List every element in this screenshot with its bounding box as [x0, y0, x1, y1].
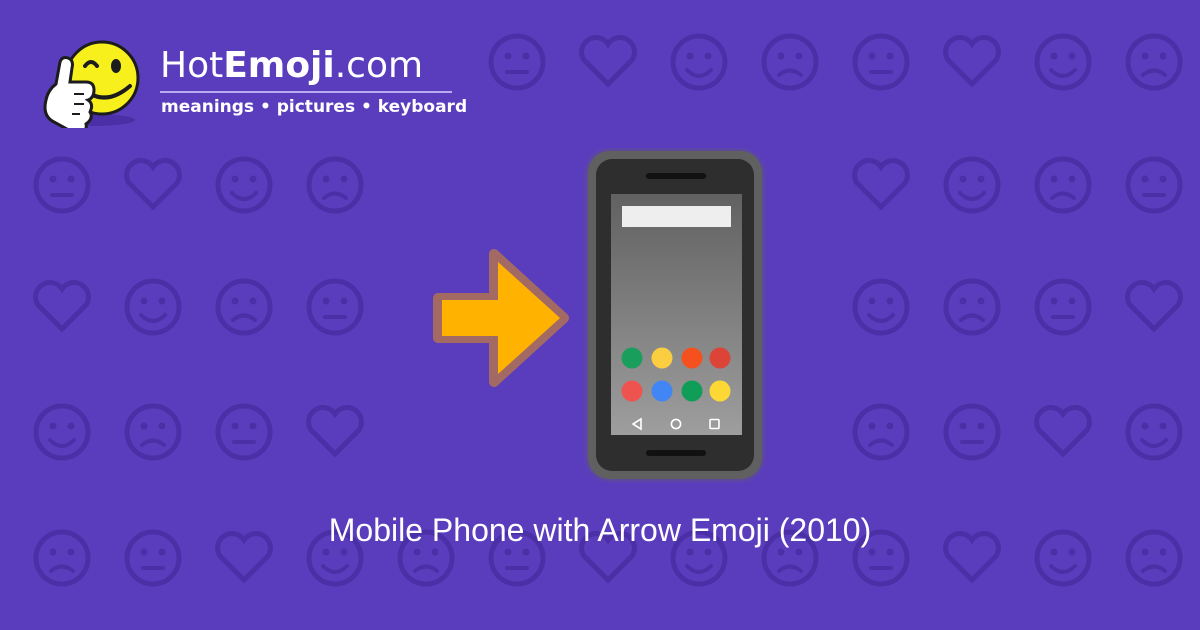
pattern-emoji-icon — [306, 156, 364, 214]
pattern-emoji-icon — [124, 403, 182, 461]
pattern-emoji-icon — [124, 278, 182, 336]
pattern-emoji-icon — [852, 33, 910, 91]
emoji-caption: Mobile Phone with Arrow Emoji (2010) — [328, 512, 872, 548]
pattern-emoji-icon — [215, 403, 273, 461]
pattern-emoji-icon — [852, 403, 910, 461]
pattern-emoji-icon — [1034, 156, 1092, 214]
site-name: HotEmoji.com — [160, 45, 424, 86]
pattern-emoji-icon — [33, 156, 91, 214]
pattern-emoji-icon — [670, 33, 728, 91]
pattern-emoji-icon — [579, 35, 637, 88]
pattern-emoji-icon — [852, 278, 910, 336]
mobile-phone-with-arrow-icon — [433, 151, 762, 479]
app-icon-dot — [621, 380, 643, 402]
app-icon-dot — [709, 347, 731, 369]
phone-home-bar — [646, 450, 706, 456]
pattern-emoji-icon — [306, 405, 364, 458]
pattern-emoji-icon — [1034, 278, 1092, 336]
app-icon-dot — [681, 380, 703, 402]
app-icon-dot — [651, 380, 673, 402]
pattern-emoji-icon — [1125, 403, 1183, 461]
pattern-emoji-icon — [488, 33, 546, 91]
pattern-emoji-icon — [306, 278, 364, 336]
site-tagline: meanings • pictures • keyboard — [161, 97, 468, 117]
winking-smiley-thumbs-up-icon — [43, 40, 140, 128]
arrow-icon — [433, 249, 569, 387]
pattern-emoji-icon — [215, 278, 273, 336]
pattern-emoji-icon — [1125, 33, 1183, 91]
pattern-emoji-icon — [1034, 33, 1092, 91]
app-icon-dot — [621, 347, 643, 369]
pattern-emoji-icon — [1125, 156, 1183, 214]
pattern-emoji-icon — [33, 403, 91, 461]
pattern-emoji-icon — [124, 158, 182, 211]
pattern-emoji-icon — [215, 156, 273, 214]
pattern-emoji-icon — [943, 403, 1001, 461]
app-icon-dot — [681, 347, 703, 369]
pattern-emoji-icon — [852, 158, 910, 211]
pattern-emoji-icon — [943, 35, 1001, 88]
site-logo[interactable]: HotEmoji.com meanings • pictures • keybo… — [40, 36, 470, 136]
search-bar — [622, 206, 731, 227]
pattern-emoji-icon — [943, 156, 1001, 214]
pattern-emoji-icon — [943, 278, 1001, 336]
pattern-emoji-icon — [1125, 280, 1183, 333]
app-icon-dot — [709, 380, 731, 402]
pattern-emoji-icon — [761, 33, 819, 91]
brand-divider — [160, 91, 452, 93]
app-icon-dot — [651, 347, 673, 369]
pattern-emoji-icon — [1034, 405, 1092, 458]
pattern-emoji-icon — [33, 280, 91, 333]
phone-speaker — [646, 173, 706, 179]
